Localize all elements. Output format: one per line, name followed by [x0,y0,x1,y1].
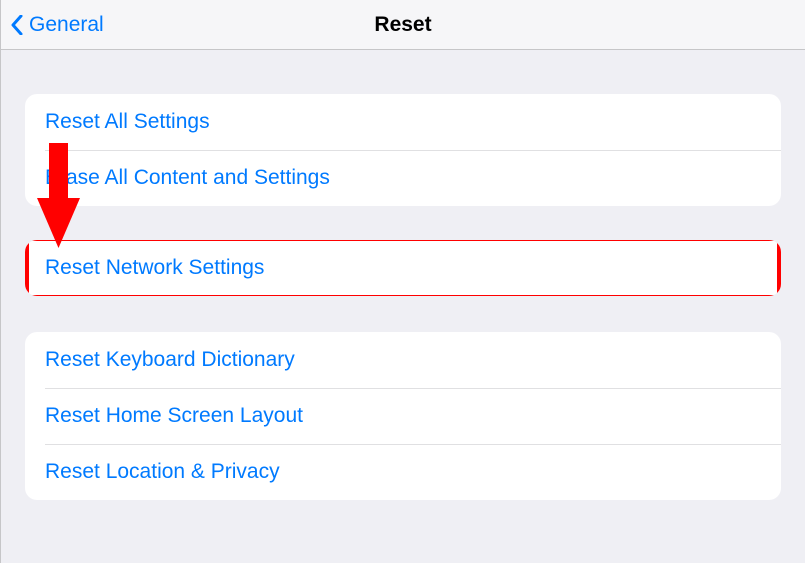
row-label: Erase All Content and Settings [45,166,330,190]
back-button[interactable]: General [1,13,104,37]
erase-all-content-row[interactable]: Erase All Content and Settings [25,150,781,206]
row-label: Reset Keyboard Dictionary [45,348,295,372]
reset-keyboard-dictionary-row[interactable]: Reset Keyboard Dictionary [25,332,781,388]
row-label: Reset Network Settings [45,256,264,280]
settings-group-1: Reset All Settings Erase All Content and… [25,94,781,206]
page-title: Reset [374,13,431,37]
content-area: Reset All Settings Erase All Content and… [1,94,805,500]
reset-home-screen-layout-row[interactable]: Reset Home Screen Layout [25,388,781,444]
row-label: Reset Home Screen Layout [45,404,303,428]
row-label: Reset All Settings [45,110,210,134]
reset-network-settings-row[interactable]: Reset Network Settings [25,240,781,296]
settings-group-2: Reset Network Settings [25,240,781,296]
navigation-bar: General Reset [1,0,805,50]
chevron-left-icon [11,15,23,35]
back-label: General [29,13,104,37]
reset-all-settings-row[interactable]: Reset All Settings [25,94,781,150]
settings-group-3: Reset Keyboard Dictionary Reset Home Scr… [25,332,781,500]
row-label: Reset Location & Privacy [45,460,280,484]
reset-location-privacy-row[interactable]: Reset Location & Privacy [25,444,781,500]
